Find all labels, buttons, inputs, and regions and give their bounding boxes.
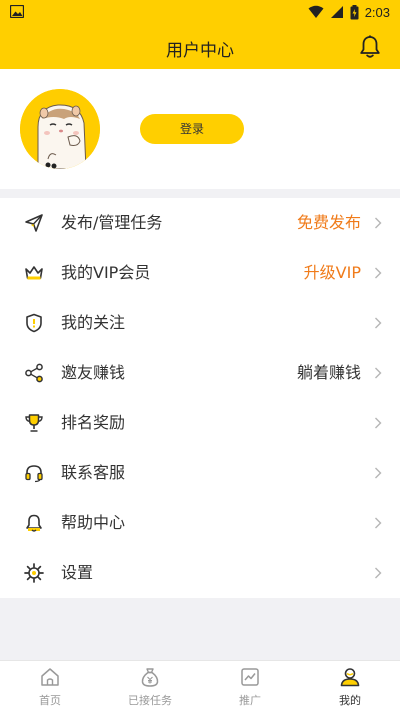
tab-label: 我的 bbox=[339, 694, 361, 707]
menu-item-label: 联系客服 bbox=[61, 463, 126, 482]
tab-promotion[interactable]: 推广 bbox=[200, 661, 300, 711]
gear-icon bbox=[24, 563, 44, 583]
menu-item-label: 排名奖励 bbox=[61, 413, 126, 432]
paper-plane-icon bbox=[25, 214, 43, 232]
menu-item-vip[interactable]: 我的VIP会员 升级VIP bbox=[0, 248, 400, 298]
app-header: 用户中心 bbox=[0, 24, 400, 69]
menu-item-label: 设置 bbox=[61, 563, 94, 582]
menu-item-support[interactable]: 联系客服 bbox=[0, 448, 400, 498]
tab-label: 已接任务 bbox=[128, 694, 172, 707]
menu-item-publish[interactable]: 发布/管理任务 免费发布 bbox=[0, 198, 400, 248]
tab-accepted-tasks[interactable]: 已接任务 bbox=[100, 661, 200, 711]
profile-section: 登录 bbox=[0, 69, 400, 189]
menu-item-label: 邀友赚钱 bbox=[61, 363, 126, 382]
avatar-hamster-image bbox=[20, 89, 100, 169]
status-icons: 2:03 bbox=[308, 3, 390, 21]
menu-item-invite[interactable]: 邀友赚钱 躺着赚钱 bbox=[0, 348, 400, 398]
menu-item-label: 发布/管理任务 bbox=[61, 213, 163, 232]
tab-label: 推广 bbox=[239, 694, 261, 707]
menu-item-label: 我的关注 bbox=[61, 313, 126, 332]
notification-bell-icon[interactable] bbox=[359, 35, 381, 59]
chevron-right-icon bbox=[375, 217, 382, 229]
tab-mine[interactable]: 我的 bbox=[300, 661, 400, 711]
status-time: 2:03 bbox=[364, 4, 390, 20]
chevron-right-icon bbox=[375, 517, 382, 529]
status-bar: 2:03 bbox=[0, 0, 400, 24]
menu-item-label: 我的VIP会员 bbox=[61, 263, 151, 282]
home-icon bbox=[41, 668, 59, 686]
image-notification-icon bbox=[10, 5, 24, 18]
signal-icon bbox=[330, 6, 343, 18]
shield-icon bbox=[26, 313, 42, 333]
bottom-tab-bar: 首页 已接任务 推广 我的 bbox=[0, 660, 400, 711]
share-icon bbox=[25, 363, 43, 383]
menu-item-label: 帮助中心 bbox=[61, 513, 126, 532]
chevron-right-icon bbox=[375, 267, 382, 279]
wifi-icon bbox=[308, 5, 324, 18]
user-icon bbox=[340, 668, 360, 687]
chevron-right-icon bbox=[375, 417, 382, 429]
menu-item-value: 升级VIP bbox=[303, 263, 361, 282]
headset-icon bbox=[25, 465, 43, 483]
battery-icon bbox=[350, 4, 359, 19]
trophy-icon bbox=[25, 414, 43, 432]
menu-item-help[interactable]: 帮助中心 bbox=[0, 498, 400, 548]
menu-item-ranking[interactable]: 排名奖励 bbox=[0, 398, 400, 448]
chevron-right-icon bbox=[375, 567, 382, 579]
money-bag-icon bbox=[141, 668, 159, 687]
menu-item-value: 躺着赚钱 bbox=[296, 363, 361, 382]
avatar[interactable] bbox=[20, 89, 100, 169]
chevron-right-icon bbox=[375, 467, 382, 479]
help-bell-icon bbox=[26, 514, 42, 532]
tab-home[interactable]: 首页 bbox=[0, 661, 100, 711]
chart-icon bbox=[241, 668, 259, 686]
menu-item-follow[interactable]: 我的关注 bbox=[0, 298, 400, 348]
page-title: 用户中心 bbox=[166, 41, 234, 61]
tab-label: 首页 bbox=[39, 694, 61, 707]
menu-list: 发布/管理任务 免费发布 我的VIP会员 升级VIP 我的关注 邀友赚钱 躺着赚… bbox=[0, 198, 400, 598]
crown-icon bbox=[25, 266, 43, 280]
chevron-right-icon bbox=[375, 367, 382, 379]
login-button[interactable]: 登录 bbox=[140, 114, 244, 144]
menu-item-value: 免费发布 bbox=[296, 213, 361, 232]
menu-item-settings[interactable]: 设置 bbox=[0, 548, 400, 598]
chevron-right-icon bbox=[375, 317, 382, 329]
